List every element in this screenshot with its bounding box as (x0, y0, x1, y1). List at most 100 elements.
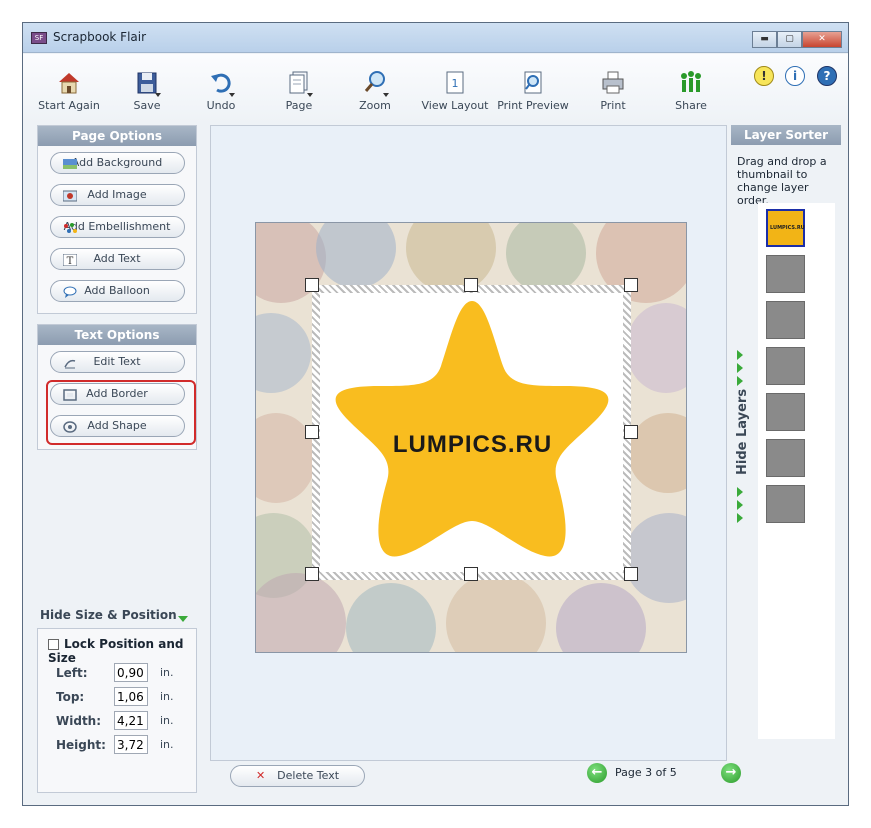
layer-thumbnail[interactable] (766, 393, 805, 431)
resize-handle-top[interactable] (464, 278, 478, 292)
speech-balloon-icon (63, 285, 77, 298)
expand-arrow-icon[interactable] (737, 487, 743, 497)
svg-text:1: 1 (452, 77, 459, 90)
resize-handle-left[interactable] (305, 425, 319, 439)
layer-sorter-panel: Layer Sorter Drag and drop a thumbnail t… (731, 125, 841, 761)
sport-badge-decoration (316, 223, 396, 288)
sport-badge-decoration (446, 573, 546, 652)
info-icon[interactable]: i (785, 66, 805, 86)
add-background-button[interactable]: Add Background (49, 152, 185, 174)
hide-size-position-toggle[interactable]: Hide Size & Position (40, 608, 177, 622)
scrapbook-page[interactable]: LUMPICS.RU (255, 222, 687, 653)
star-text[interactable]: LUMPICS.RU (325, 431, 620, 459)
top-input[interactable] (114, 687, 148, 706)
layer-thumbnail-selected[interactable]: LUMPICS.RU (766, 209, 805, 247)
app-window: SF Scrapbook Flair ▬ ▢ ✕ Start Again Sav… (22, 22, 849, 806)
previous-page-button[interactable]: ← (587, 763, 607, 783)
edit-text-label: Edit Text (93, 355, 141, 368)
minimize-button[interactable]: ▬ (752, 31, 777, 48)
height-label: Height: (56, 738, 106, 752)
top-unit: in. (160, 690, 174, 703)
expand-arrow-icon[interactable] (737, 513, 743, 523)
view-layout-icon: 1 (443, 70, 467, 96)
delete-x-icon: ✕ (255, 769, 266, 782)
text-options-header: Text Options (38, 325, 196, 345)
page-button[interactable]: Page (259, 70, 339, 112)
layer-thumbnail[interactable] (766, 485, 805, 523)
pages-icon (287, 70, 313, 97)
layer-thumbnail[interactable] (766, 301, 805, 339)
print-preview-button[interactable]: Print Preview (493, 70, 573, 112)
layer-thumbnail[interactable] (766, 255, 805, 293)
height-input[interactable] (114, 735, 148, 754)
sport-badge-decoration (626, 303, 686, 393)
print-preview-label: Print Preview (497, 99, 569, 112)
page-options-group: Page Options Add Background Add Image Ad… (37, 125, 197, 314)
width-input[interactable] (114, 711, 148, 730)
layer-thumbnail[interactable] (766, 439, 805, 477)
left-input[interactable] (114, 663, 148, 682)
warning-icon[interactable]: ! (754, 66, 774, 86)
help-icon[interactable]: ? (817, 66, 837, 86)
undo-button[interactable]: Undo (181, 70, 261, 112)
close-button[interactable]: ✕ (802, 31, 842, 48)
zoom-button[interactable]: Zoom (335, 70, 415, 112)
expand-arrow-icon[interactable] (737, 500, 743, 510)
sport-badge-decoration (256, 573, 346, 652)
resize-handle-bottom[interactable] (464, 567, 478, 581)
next-page-button[interactable]: → (721, 763, 741, 783)
canvas-area[interactable]: LUMPICS.RU (210, 125, 727, 761)
image-icon (62, 189, 77, 202)
width-field-row: Width: in. (56, 711, 174, 730)
resize-handle-top-left[interactable] (305, 278, 319, 292)
svg-text:T: T (66, 256, 73, 266)
checkbox-icon[interactable] (48, 639, 59, 650)
left-field-row: Left: in. (56, 663, 174, 682)
thumbnail-label: LUMPICS.RU (770, 225, 805, 231)
resize-handle-bottom-left[interactable] (305, 567, 319, 581)
start-again-label: Start Again (38, 99, 100, 112)
edit-text-button[interactable]: Edit Text (49, 351, 185, 373)
text-t-icon: T (62, 253, 77, 267)
sport-badge-decoration (406, 223, 496, 293)
layer-thumbnail[interactable] (766, 347, 805, 385)
collapse-arrow-icon[interactable] (178, 616, 188, 622)
people-share-icon (679, 70, 703, 96)
sport-badge-decoration (624, 513, 686, 603)
sport-badge-decoration (506, 223, 586, 293)
lock-position-checkbox[interactable]: Lock Position and Size (48, 637, 196, 665)
top-field-row: Top: in. (56, 687, 174, 706)
resize-handle-bottom-right[interactable] (624, 567, 638, 581)
left-panel: Page Options Add Background Add Image Ad… (37, 125, 197, 450)
expand-arrow-icon[interactable] (737, 376, 743, 386)
add-balloon-button[interactable]: Add Balloon (49, 280, 185, 302)
add-text-button[interactable]: T Add Text (49, 248, 185, 270)
view-layout-button[interactable]: 1 View Layout (415, 70, 495, 112)
print-button[interactable]: Print (573, 70, 653, 112)
title-bar[interactable]: SF Scrapbook Flair ▬ ▢ ✕ (23, 23, 848, 53)
width-label: Width: (56, 714, 102, 728)
height-field-row: Height: in. (56, 735, 174, 754)
maximize-button[interactable]: ▢ (777, 31, 802, 48)
add-embellishment-button[interactable]: Add Embellishment (49, 216, 185, 238)
hide-layers-toggle[interactable]: Hide Layers (735, 389, 750, 475)
star-shape[interactable]: LUMPICS.RU (325, 296, 620, 566)
expand-arrow-icon[interactable] (737, 350, 743, 360)
share-button[interactable]: Share (651, 70, 731, 112)
resize-handle-top-right[interactable] (624, 278, 638, 292)
width-unit: in. (160, 714, 174, 727)
delete-text-button[interactable]: ✕ Delete Text (230, 765, 365, 787)
resize-handle-right[interactable] (624, 425, 638, 439)
expand-arrow-icon[interactable] (737, 363, 743, 373)
height-unit: in. (160, 738, 174, 751)
share-label: Share (675, 99, 707, 112)
add-embellishment-label: Add Embellishment (63, 220, 171, 233)
sport-badge-decoration (256, 313, 311, 393)
page-label: Page (285, 99, 313, 112)
save-button[interactable]: Save (107, 70, 187, 112)
main-toolbar: Start Again Save Undo Page Zoom 1 View L… (23, 54, 848, 147)
top-label: Top: (56, 690, 85, 704)
add-image-button[interactable]: Add Image (49, 184, 185, 206)
start-again-button[interactable]: Start Again (29, 70, 109, 112)
undo-arrow-icon (209, 70, 235, 97)
